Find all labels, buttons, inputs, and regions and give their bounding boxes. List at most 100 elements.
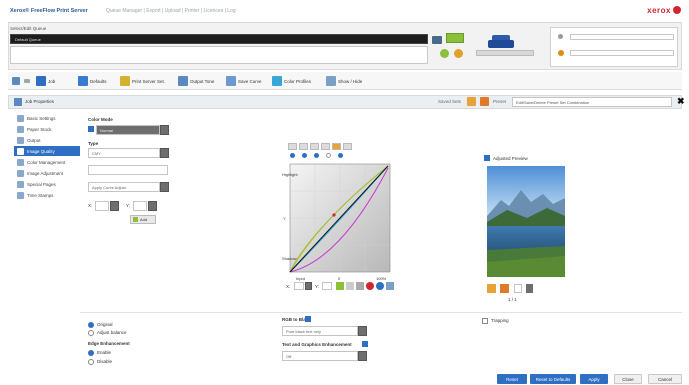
reset-point-icon[interactable] — [346, 282, 354, 290]
toolbar-defaults[interactable]: Defaults — [78, 74, 107, 88]
y-input[interactable] — [133, 201, 147, 211]
close-button[interactable]: Close — [614, 374, 642, 384]
add-point-button[interactable]: Add — [130, 215, 156, 224]
rgb-dropdown[interactable] — [358, 326, 367, 336]
sidebar-item-color[interactable]: Color Management — [14, 157, 80, 167]
apply-curves-select[interactable]: Apply Curve Adjust — [88, 182, 160, 192]
channel-dot[interactable] — [302, 153, 307, 158]
sidebar-item-time[interactable]: Time Stamps — [14, 190, 80, 200]
image-quality-icon — [17, 147, 24, 155]
preset-field[interactable]: Edit/Save/Delete Preset Set Combination — [512, 97, 672, 107]
toolbar-arrow[interactable] — [24, 74, 30, 88]
close-icon[interactable]: ✖ — [677, 96, 685, 107]
text-graphics-dropdown[interactable] — [358, 351, 367, 361]
settings-icon[interactable] — [386, 282, 394, 290]
apply-point-icon[interactable] — [336, 282, 344, 290]
reset-button[interactable]: Reset — [497, 374, 527, 384]
zoom-out-icon[interactable] — [500, 284, 509, 293]
sidebar-item-output[interactable]: Output — [14, 135, 80, 145]
save-set-icon[interactable] — [480, 97, 489, 106]
type-label: Type — [88, 141, 99, 146]
radio-disable[interactable] — [88, 359, 94, 365]
saved-sets-label: Saved Sets — [438, 99, 462, 104]
status-icon[interactable] — [446, 33, 464, 43]
curve-tool-6[interactable] — [343, 143, 352, 150]
zoom-in-icon[interactable] — [487, 284, 496, 293]
toolbar-save-curve[interactable]: Save Curve — [226, 74, 262, 88]
sidebar-item-image-adjust[interactable]: Image Adjustment — [14, 168, 80, 178]
radio-original[interactable] — [88, 322, 94, 328]
sidebar-item-label: Special Pages — [27, 181, 56, 187]
page-stepper[interactable] — [526, 284, 533, 293]
nav-links[interactable]: Queue Manager | Export | Upload | Printe… — [106, 8, 236, 14]
curve-tool-1[interactable] — [288, 143, 297, 150]
color-mode-icon — [88, 126, 94, 132]
notes-field[interactable] — [10, 46, 428, 64]
sidebar-item-basic[interactable]: Basic Settings — [14, 113, 80, 123]
apply-button[interactable]: Apply — [580, 374, 608, 384]
channel-dot[interactable] — [326, 153, 331, 158]
defaults-icon — [78, 76, 88, 86]
queue-field[interactable]: Default Queue — [10, 34, 428, 44]
menu-button[interactable] — [12, 74, 20, 88]
cancel-button[interactable]: Cancel — [648, 374, 682, 384]
curve-x-input[interactable] — [294, 282, 304, 290]
sidebar-item-label: Color Management — [27, 159, 66, 165]
x-stepper[interactable] — [110, 201, 119, 211]
time-icon — [17, 191, 24, 199]
type-select[interactable]: CMY — [88, 148, 160, 158]
toolbar-label: Job — [48, 78, 56, 84]
toolbar-server[interactable]: Print Server Set. — [120, 74, 165, 88]
folder-icon[interactable] — [467, 97, 476, 106]
radio-adjust[interactable] — [88, 330, 94, 336]
toolbar-label: Save Curve — [238, 78, 262, 84]
curve-x-stepper[interactable] — [305, 282, 312, 290]
undo-icon[interactable] — [356, 282, 364, 290]
curve-tool-active[interactable] — [332, 143, 341, 150]
menu-icon — [12, 77, 20, 85]
text-help-icon[interactable] — [362, 341, 368, 347]
page-input[interactable] — [514, 284, 522, 293]
toolbar-show-hide[interactable]: Show / Hide — [326, 74, 362, 88]
curve-point[interactable] — [332, 213, 336, 217]
text-graphics-title: Text and Graphics Enhancement — [282, 342, 352, 347]
curve-graph[interactable]: Highlight Y Shadow Input 0 100% — [280, 160, 396, 290]
info-icon[interactable] — [376, 282, 384, 290]
channel-dot[interactable] — [290, 153, 295, 158]
rgb-select[interactable]: Pure black text only — [282, 326, 358, 336]
type-dropdown[interactable] — [160, 148, 169, 158]
curve-tool-3[interactable] — [310, 143, 319, 150]
curve-tool-2[interactable] — [299, 143, 308, 150]
toolbar-label: Defaults — [90, 78, 107, 84]
sidebar-item-label: Output — [27, 137, 41, 143]
radio-enable[interactable] — [88, 350, 94, 356]
color-mode-dropdown[interactable] — [160, 125, 169, 135]
monitor-icon[interactable] — [432, 36, 442, 44]
sidebar-item-label: Time Stamps — [27, 192, 54, 198]
printer-tray — [476, 50, 534, 56]
toolbar-tone[interactable]: Output Tone — [178, 74, 214, 88]
reset-defaults-button[interactable]: Reset to Defaults — [530, 374, 576, 384]
toolbar-profiles[interactable]: Color Profiles — [272, 74, 311, 88]
toolbar-job[interactable]: Job — [36, 74, 55, 88]
color-mode-select[interactable]: Normal — [96, 125, 160, 135]
add-icon — [133, 217, 138, 222]
channel-dot[interactable] — [314, 153, 319, 158]
curve-name-input[interactable] — [88, 165, 168, 175]
trapping-label: Trapping — [491, 318, 509, 323]
apply-curves-dropdown[interactable] — [160, 182, 169, 192]
curve-tool-4[interactable] — [321, 143, 330, 150]
delete-point-icon[interactable] — [366, 282, 374, 290]
sidebar-item-special[interactable]: Special Pages — [14, 179, 80, 189]
text-graphics-select[interactable]: Off — [282, 351, 358, 361]
sidebar-item-image-quality[interactable]: Image Quality — [14, 146, 80, 156]
sidebar-item-paper[interactable]: Paper Stock — [14, 124, 80, 134]
y-stepper[interactable] — [148, 201, 157, 211]
curve-y-input[interactable] — [322, 282, 332, 290]
rgb-help-icon[interactable] — [305, 316, 311, 322]
preview-checkbox[interactable] — [484, 155, 490, 161]
x-input[interactable] — [95, 201, 109, 211]
trapping-checkbox[interactable] — [482, 318, 488, 324]
radio-enable-label: Enable — [97, 350, 112, 355]
channel-dot[interactable] — [338, 153, 343, 158]
